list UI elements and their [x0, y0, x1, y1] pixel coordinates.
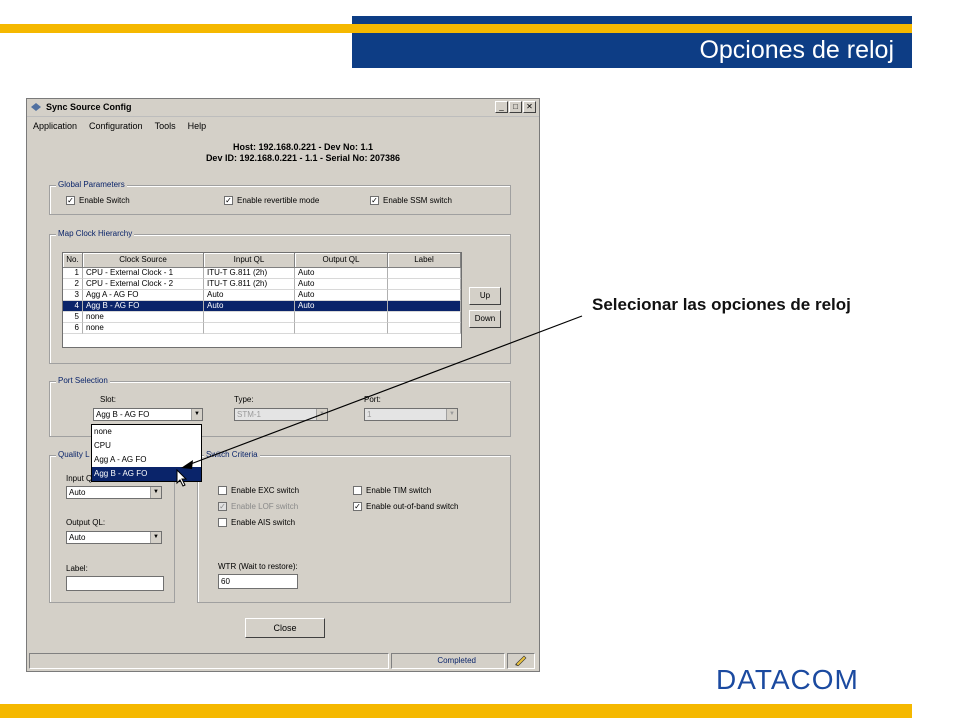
slide-bottom-accent-bar: [0, 704, 912, 718]
callout-arrow: [181, 315, 583, 469]
datacom-logo: DATACOM: [716, 664, 859, 695]
